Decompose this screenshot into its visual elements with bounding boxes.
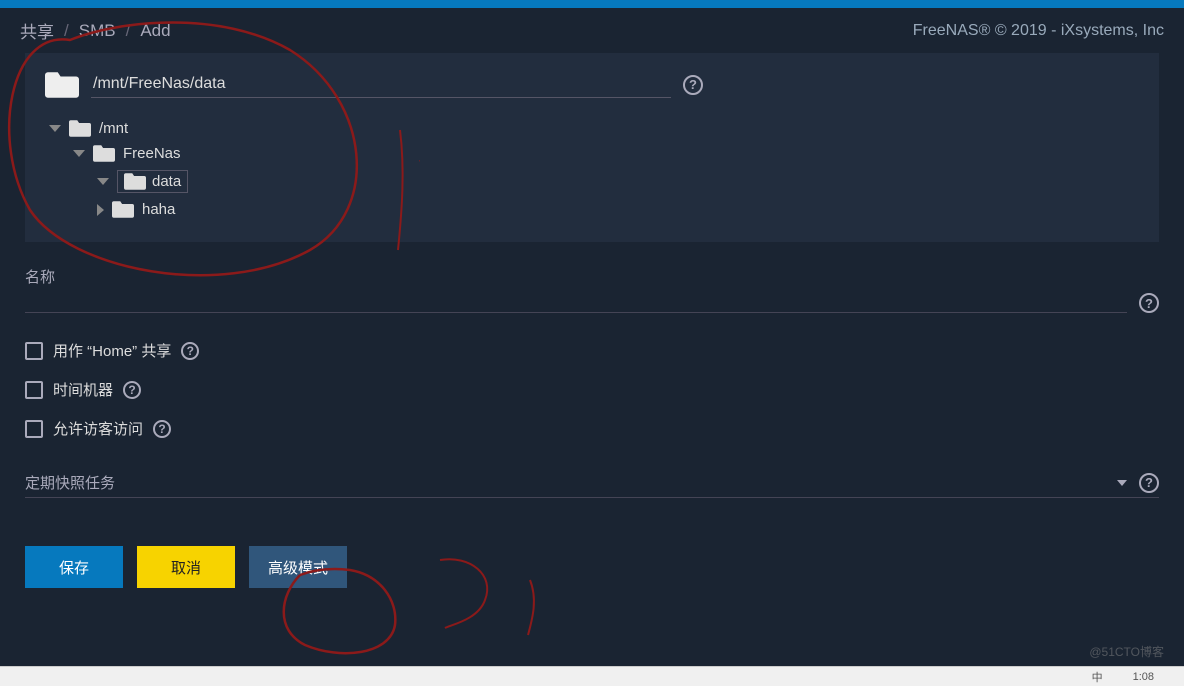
- breadcrumb-smb[interactable]: SMB: [79, 21, 116, 41]
- help-icon[interactable]: ?: [1139, 293, 1159, 313]
- help-icon[interactable]: ?: [153, 420, 171, 438]
- time-machine-row: 时间机器 ?: [25, 370, 1159, 409]
- snapshot-select-row[interactable]: 定期快照任务 ?: [25, 462, 1159, 498]
- home-share-row: 用作 “Home” 共享 ?: [25, 331, 1159, 370]
- folder-tree: /mnt FreeNas data haha: [45, 116, 1139, 222]
- snapshot-label: 定期快照任务: [25, 472, 115, 493]
- tree-label-freenas: FreeNas: [123, 145, 181, 162]
- tree-label-data: data: [152, 173, 181, 190]
- header: 共享 / SMB / Add FreeNAS® © 2019 - iXsyste…: [0, 8, 1184, 53]
- chevron-down-icon[interactable]: [49, 125, 61, 132]
- guest-access-label: 允许访客访问: [53, 418, 143, 439]
- time-machine-label: 时间机器: [53, 379, 113, 400]
- breadcrumb-separator: /: [126, 21, 131, 41]
- cancel-button[interactable]: 取消: [137, 546, 235, 588]
- breadcrumb-share[interactable]: 共享: [20, 18, 54, 43]
- copyright-text: FreeNAS® © 2019 - iXsystems, Inc: [913, 22, 1164, 40]
- breadcrumb-separator: /: [64, 21, 69, 41]
- watermark: @51CTO博客: [1089, 643, 1164, 660]
- time-machine-checkbox[interactable]: [25, 381, 43, 399]
- folder-icon: [93, 145, 115, 162]
- folder-icon: [112, 201, 134, 218]
- name-label: 名称: [25, 266, 1127, 291]
- breadcrumb: 共享 / SMB / Add: [20, 18, 171, 43]
- help-icon[interactable]: ?: [181, 342, 199, 360]
- guest-access-checkbox[interactable]: [25, 420, 43, 438]
- home-share-checkbox[interactable]: [25, 342, 43, 360]
- tree-row-data[interactable]: data: [49, 166, 1139, 197]
- chevron-down-icon[interactable]: [1117, 480, 1127, 486]
- tree-row-freenas[interactable]: FreeNas: [49, 141, 1139, 166]
- chevron-right-icon[interactable]: [97, 204, 104, 216]
- advanced-mode-button[interactable]: 高级模式: [249, 546, 347, 588]
- help-icon[interactable]: ?: [683, 75, 703, 95]
- folder-icon: [124, 173, 146, 190]
- folder-icon: [45, 72, 79, 98]
- tree-label-haha: haha: [142, 201, 175, 218]
- name-input[interactable]: [25, 291, 1127, 313]
- breadcrumb-add[interactable]: Add: [140, 21, 170, 41]
- save-button[interactable]: 保存: [25, 546, 123, 588]
- guest-access-row: 允许访客访问 ?: [25, 409, 1159, 448]
- chevron-down-icon[interactable]: [97, 178, 109, 185]
- help-icon[interactable]: ?: [123, 381, 141, 399]
- help-icon[interactable]: ?: [1139, 473, 1159, 493]
- taskbar: 中 1:08: [0, 666, 1184, 686]
- tree-row-haha[interactable]: haha: [49, 197, 1139, 222]
- tree-label-mnt: /mnt: [99, 120, 128, 137]
- clock: 1:08: [1133, 671, 1154, 683]
- tree-row-mnt[interactable]: /mnt: [49, 116, 1139, 141]
- path-input[interactable]: [91, 71, 671, 98]
- ime-indicator[interactable]: 中: [1092, 669, 1103, 685]
- home-share-label: 用作 “Home” 共享: [53, 340, 171, 361]
- path-panel: ? /mnt FreeNas data: [25, 53, 1159, 242]
- chevron-down-icon[interactable]: [73, 150, 85, 157]
- folder-icon: [69, 120, 91, 137]
